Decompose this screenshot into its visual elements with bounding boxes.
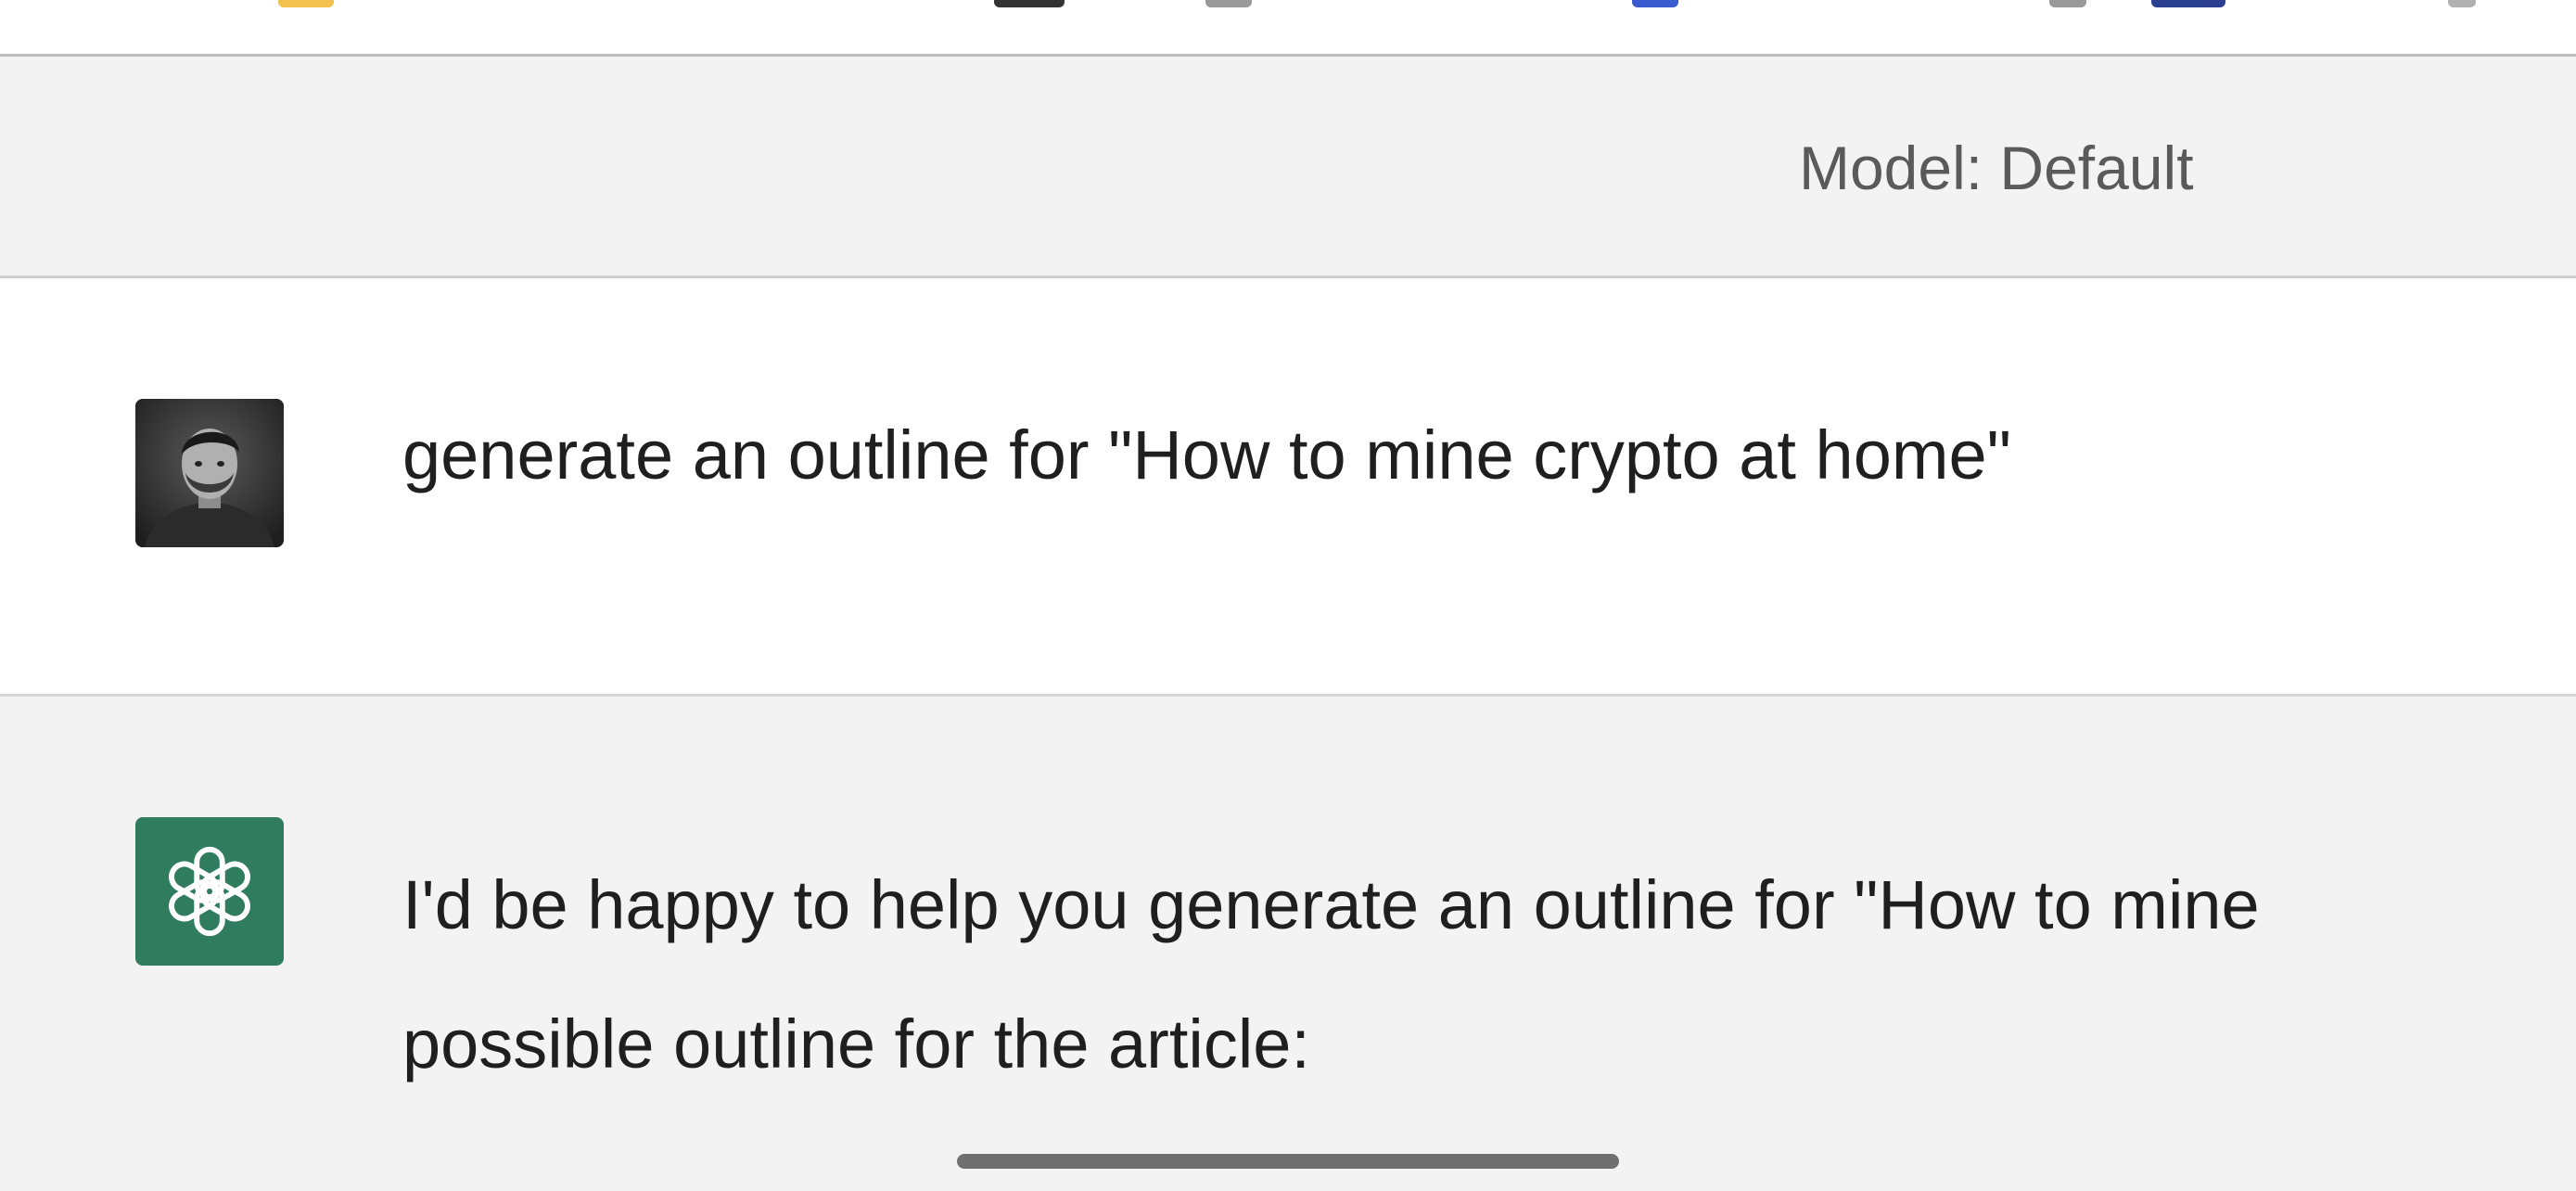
bookmark-icon[interactable] — [1632, 0, 1678, 7]
bookmark-icon[interactable] — [1205, 0, 1252, 7]
home-indicator[interactable] — [957, 1154, 1619, 1169]
model-label: Model: Default — [1799, 134, 2194, 202]
avatar — [135, 399, 284, 547]
user-message-row: generate an outline for "How to mine cry… — [0, 278, 2576, 697]
bookmark-icon[interactable] — [278, 0, 334, 7]
avatar — [135, 817, 284, 966]
assistant-message-line: I'd be happy to help you generate an out… — [402, 866, 2260, 943]
bookmark-icon[interactable] — [994, 0, 1065, 7]
assistant-message-line: possible outline for the article: — [402, 1005, 1310, 1082]
user-message-text: generate an outline for "How to mine cry… — [402, 416, 2011, 493]
bookmark-icon[interactable] — [2151, 0, 2225, 7]
user-avatar-icon — [135, 399, 284, 547]
chat-page: Model: Default generate an outline for "… — [0, 0, 2576, 1191]
bookmark-icon[interactable] — [2448, 0, 2476, 7]
assistant-message-text: I'd be happy to help you generate an out… — [402, 836, 2576, 1114]
openai-logo-icon — [169, 846, 250, 937]
model-header: Model: Default — [0, 57, 2576, 278]
bookmark-icon[interactable] — [2049, 0, 2086, 7]
assistant-message-row: I'd be happy to help you generate an out… — [0, 697, 2576, 1191]
bookmarks-bar — [0, 0, 2576, 57]
